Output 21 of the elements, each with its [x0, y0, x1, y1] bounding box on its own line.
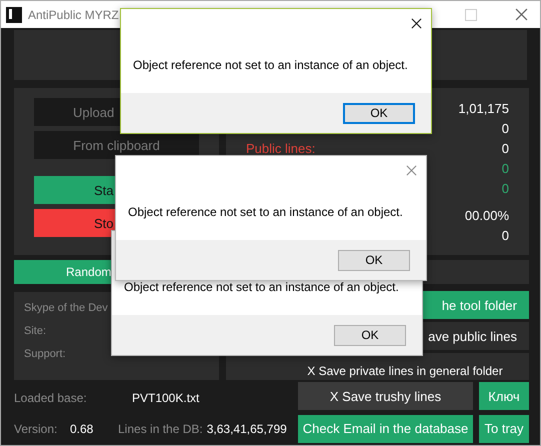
stat-value: 0 — [502, 228, 509, 242]
field-label: Version: — [14, 422, 58, 436]
info-label: Skype of the Dev — [24, 302, 109, 316]
stat-value: 00.00% — [464, 208, 509, 222]
stat-value: 1,01,175 — [458, 100, 509, 116]
info-label: Site: — [24, 325, 48, 339]
field-value: 0.68 — [70, 422, 94, 436]
field-label: Loaded base: — [14, 390, 88, 404]
info-label: Support: — [24, 348, 67, 362]
dialog-message: Object reference not set to an instance of an object. — [133, 58, 408, 72]
dialog-message: Object reference not set to an instance of an object. — [124, 280, 399, 294]
dialog-message: Object reference not set to an instance of an object. — [128, 205, 403, 219]
stat-value: 0 — [502, 180, 509, 196]
window-title: AntiPublic MYRZ — [28, 8, 119, 22]
stat-label: Public lines: — [246, 140, 316, 156]
field-value: PVT100K.txt — [132, 390, 200, 404]
field-label: Lines in the DB: — [118, 422, 203, 436]
field-value: 3,63,41,65,799 — [206, 422, 287, 436]
stat-value: 0 — [502, 120, 509, 136]
stat-value: 0 — [502, 140, 509, 156]
stat-value: 0 — [502, 160, 509, 176]
